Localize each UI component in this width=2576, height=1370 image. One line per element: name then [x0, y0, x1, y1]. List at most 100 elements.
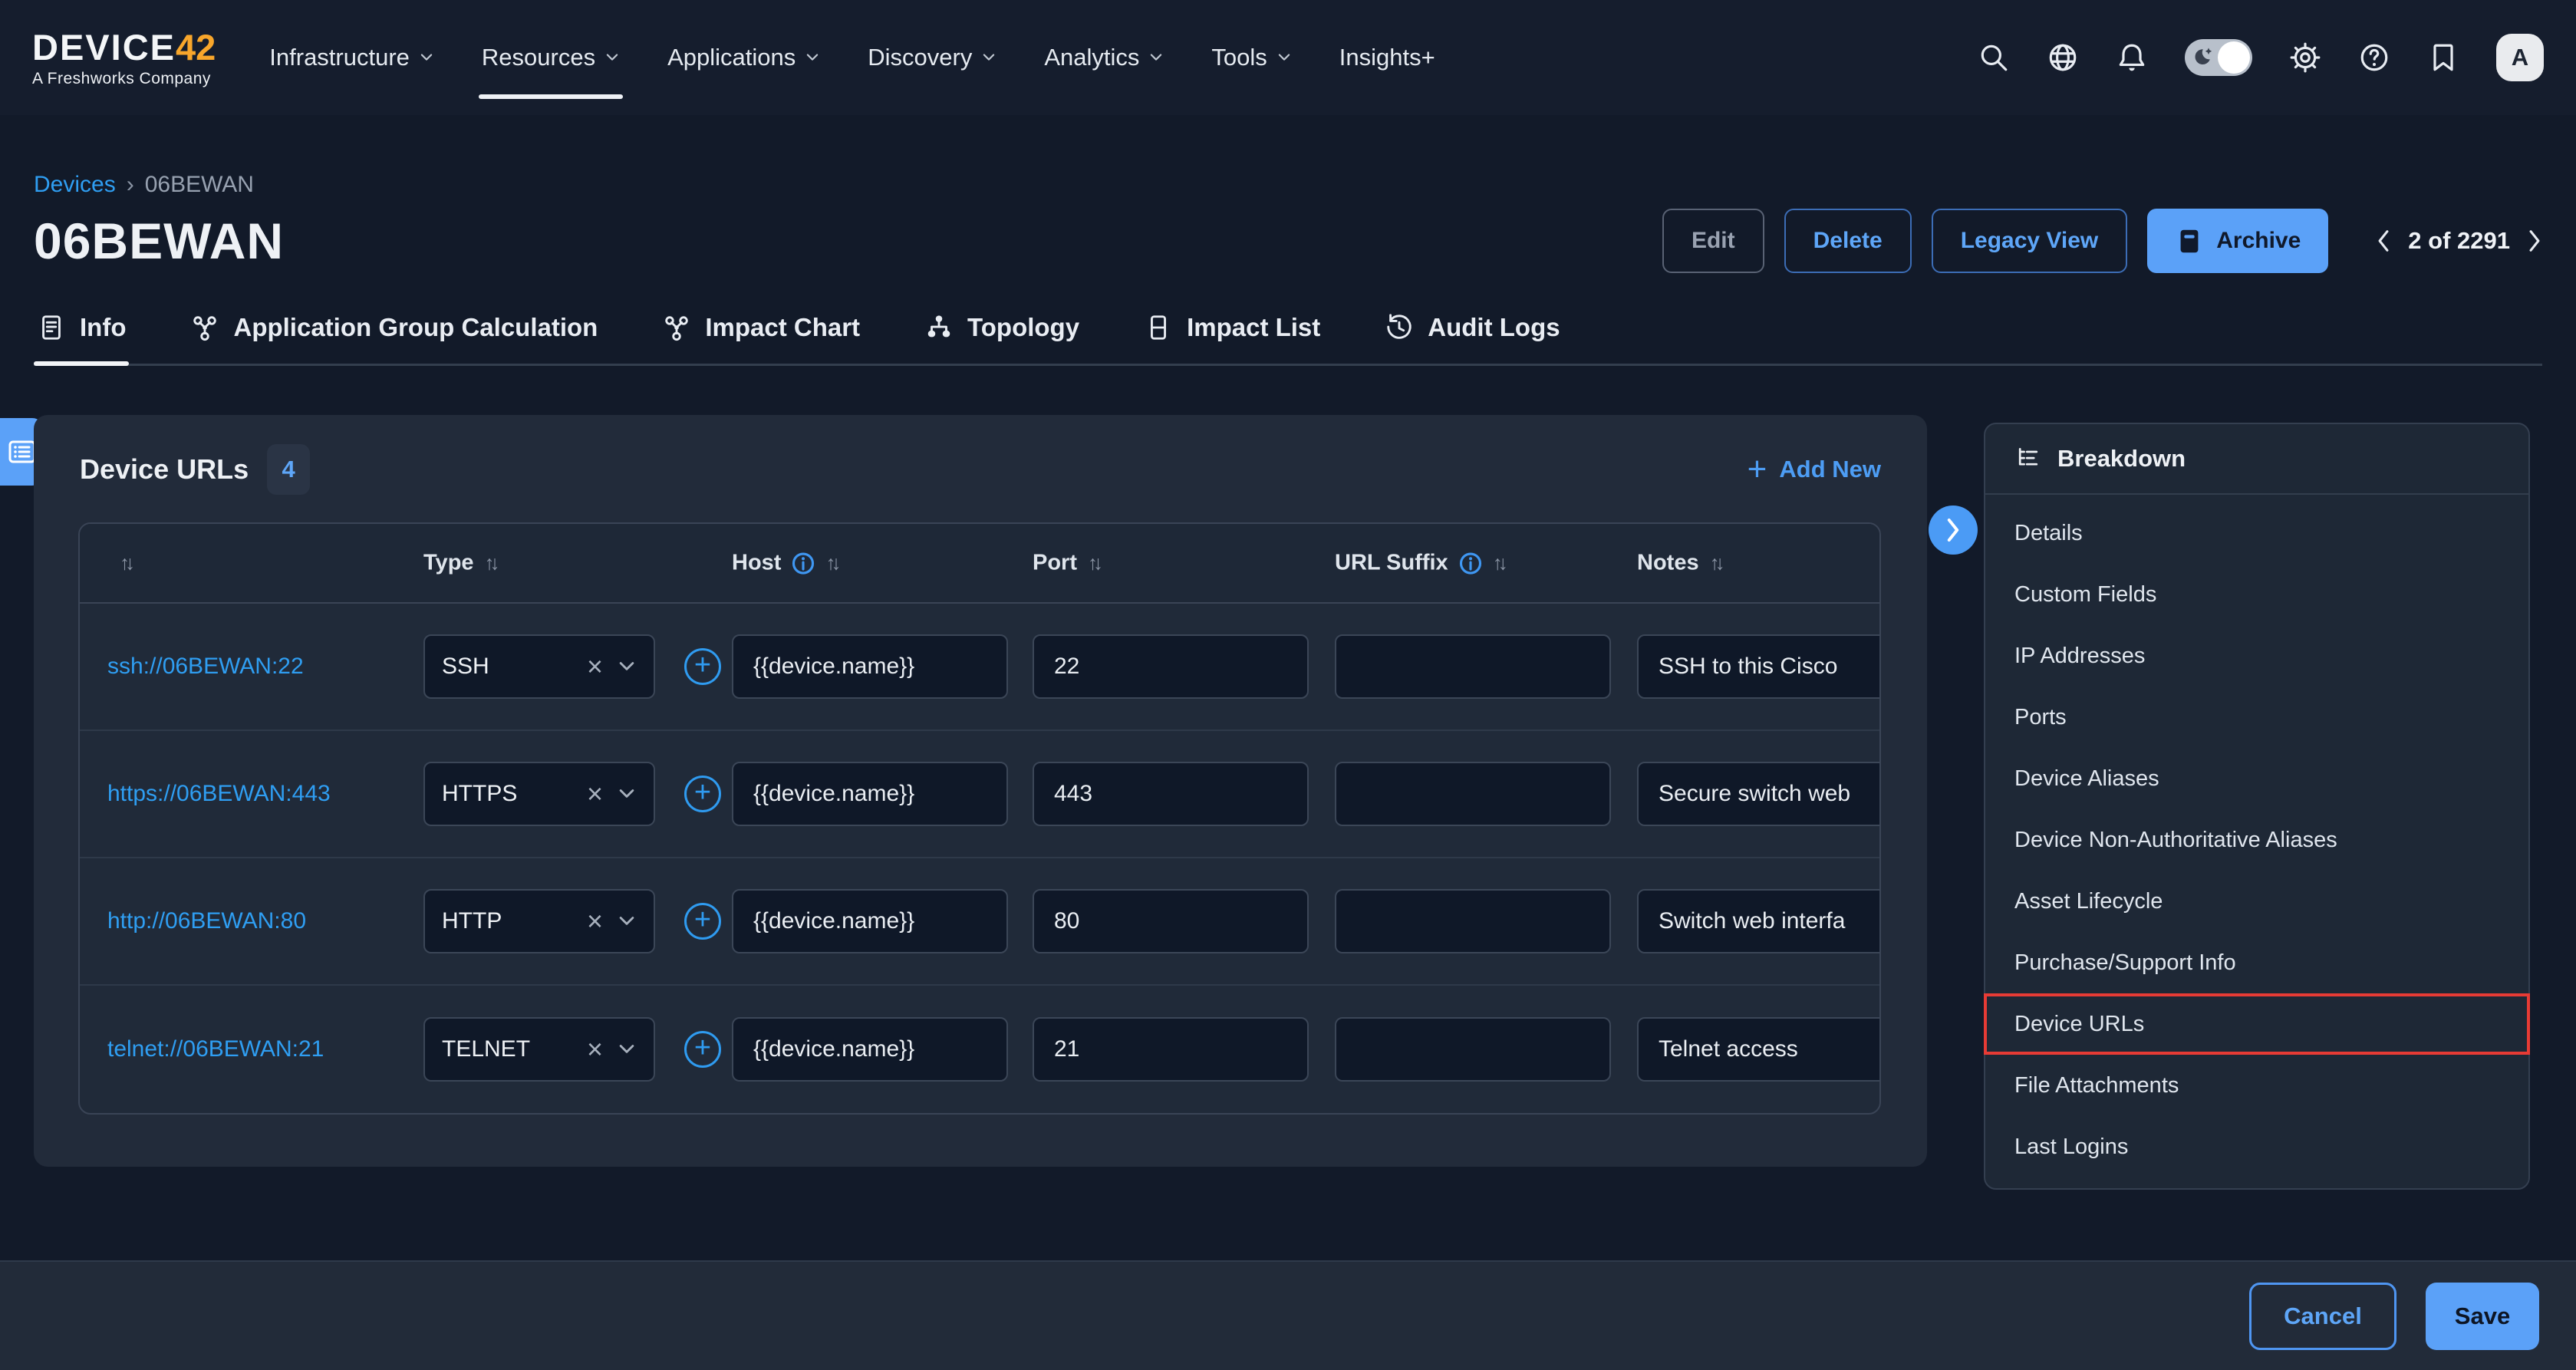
column-label: URL Suffix	[1335, 551, 1448, 576]
add-type-button[interactable]: +	[684, 776, 721, 812]
theme-toggle[interactable]	[2185, 39, 2252, 76]
tab-impact-list[interactable]: Impact List	[1141, 313, 1323, 364]
chevron-down-icon[interactable]	[617, 660, 637, 673]
port-input[interactable]	[1033, 634, 1309, 699]
add-type-button[interactable]: +	[684, 648, 721, 685]
sort-icon[interactable]: ↑↓	[1493, 552, 1504, 575]
type-select[interactable]: HTTPS ×	[423, 762, 655, 826]
sidebar-item-file-attachments[interactable]: File Attachments	[1985, 1055, 2528, 1116]
device-url-link[interactable]: http://06BEWAN:80	[107, 908, 306, 934]
column-header-host: Host↑↓	[732, 551, 836, 576]
url-suffix-input[interactable]	[1335, 889, 1611, 953]
menu-item-insights[interactable]: Insights+	[1339, 33, 1435, 82]
breadcrumb-devices-link[interactable]: Devices	[34, 172, 116, 198]
device-url-link[interactable]: ssh://06BEWAN:22	[107, 654, 304, 680]
chevron-left-icon[interactable]	[2376, 229, 2391, 253]
settings-gear-icon[interactable]	[2289, 41, 2321, 74]
sort-icon[interactable]: ↑↓	[485, 552, 496, 575]
url-suffix-input[interactable]	[1335, 634, 1611, 699]
port-input[interactable]	[1033, 889, 1309, 953]
record-pager: 2 of 2291	[2376, 227, 2542, 255]
archive-button[interactable]: Archive	[2147, 209, 2328, 273]
info-icon[interactable]	[792, 552, 815, 575]
bookmark-icon[interactable]	[2427, 41, 2459, 74]
globe-icon[interactable]	[2047, 41, 2079, 74]
chevron-down-icon[interactable]	[617, 787, 637, 801]
sidebar-item-asset-lifecycle[interactable]: Asset Lifecycle	[1985, 871, 2528, 932]
menu-item-resources[interactable]: Resources	[482, 33, 620, 82]
notes-input[interactable]	[1637, 889, 1881, 953]
breakdown-header: Breakdown	[1985, 424, 2528, 495]
sidebar-item-device-urls[interactable]: Device URLs	[1984, 993, 2530, 1055]
tab-application-group-calculation[interactable]: Application Group Calculation	[187, 313, 601, 364]
chevron-down-icon	[1148, 52, 1164, 63]
sidebar-item-ip-addresses[interactable]: IP Addresses	[1985, 625, 2528, 687]
port-input[interactable]	[1033, 1017, 1309, 1082]
sidebar-item-device-aliases[interactable]: Device Aliases	[1985, 748, 2528, 809]
pager-text: 2 of 2291	[2408, 227, 2510, 255]
sort-icon[interactable]: ↑↓	[120, 552, 130, 575]
sidebar-item-ports[interactable]: Ports	[1985, 687, 2528, 748]
host-input[interactable]	[732, 1017, 1008, 1082]
chevron-down-icon[interactable]	[617, 1042, 637, 1056]
cancel-button[interactable]: Cancel	[2249, 1283, 2396, 1350]
sidebar-item-custom-fields[interactable]: Custom Fields	[1985, 564, 2528, 625]
save-button[interactable]: Save	[2426, 1283, 2539, 1350]
port-input[interactable]	[1033, 762, 1309, 826]
tab-impact-chart[interactable]: Impact Chart	[659, 313, 863, 364]
menu-item-applications[interactable]: Applications	[667, 33, 820, 82]
host-input[interactable]	[732, 762, 1008, 826]
menu-item-analytics[interactable]: Analytics	[1044, 33, 1164, 82]
menu-item-tools[interactable]: Tools	[1211, 33, 1291, 82]
delete-button[interactable]: Delete	[1784, 209, 1912, 273]
url-suffix-input[interactable]	[1335, 1017, 1611, 1082]
add-new-button[interactable]: + Add New	[1748, 453, 1881, 486]
breadcrumb-separator: ›	[127, 172, 134, 198]
info-icon[interactable]	[1459, 552, 1482, 575]
menu-item-infrastructure[interactable]: Infrastructure	[269, 33, 434, 82]
edit-button[interactable]: Edit	[1662, 209, 1764, 273]
type-select-value: TELNET	[442, 1036, 530, 1062]
sidebar-item-details[interactable]: Details	[1985, 502, 2528, 564]
sidebar-item-purchase-support-info[interactable]: Purchase/Support Info	[1985, 932, 2528, 993]
sidebar-collapse-button[interactable]	[1929, 506, 1978, 555]
host-input[interactable]	[732, 889, 1008, 953]
tree-list-icon	[2014, 445, 2042, 473]
sort-icon[interactable]: ↑↓	[1088, 552, 1099, 575]
help-icon[interactable]	[2358, 41, 2390, 74]
chevron-down-icon	[981, 52, 996, 63]
sidebar-item-device-non-authoritative-aliases[interactable]: Device Non-Authoritative Aliases	[1985, 809, 2528, 871]
user-avatar[interactable]: A	[2496, 34, 2544, 81]
url-suffix-input[interactable]	[1335, 762, 1611, 826]
type-select[interactable]: TELNET ×	[423, 1017, 655, 1082]
sidebar-item-last-logins[interactable]: Last Logins	[1985, 1116, 2528, 1177]
clear-icon[interactable]: ×	[587, 653, 603, 680]
chevron-right-icon[interactable]	[2527, 229, 2542, 253]
search-icon[interactable]	[1978, 41, 2010, 74]
sort-icon[interactable]: ↑↓	[825, 552, 836, 575]
host-input[interactable]	[732, 634, 1008, 699]
tab-topology[interactable]: Topology	[921, 313, 1082, 364]
add-type-button[interactable]: +	[684, 903, 721, 940]
device42-logo[interactable]: DEVICE 42 A Freshworks Company	[32, 29, 216, 87]
clear-icon[interactable]: ×	[587, 1036, 603, 1063]
legacy-view-button[interactable]: Legacy View	[1932, 209, 2128, 273]
tab-audit-logs[interactable]: Audit Logs	[1382, 313, 1563, 364]
type-select[interactable]: HTTP ×	[423, 889, 655, 953]
notes-input[interactable]	[1637, 634, 1881, 699]
main-menu: Infrastructure Resources Applications Di…	[269, 33, 1435, 82]
sort-icon[interactable]: ↑↓	[1710, 552, 1721, 575]
notes-input[interactable]	[1637, 762, 1881, 826]
clear-icon[interactable]: ×	[587, 780, 603, 808]
menu-item-discovery[interactable]: Discovery	[868, 33, 996, 82]
type-select[interactable]: SSH ×	[423, 634, 655, 699]
tab-info[interactable]: Info	[34, 313, 129, 364]
clear-icon[interactable]: ×	[587, 907, 603, 935]
device-url-link[interactable]: https://06BEWAN:443	[107, 781, 331, 807]
add-type-button[interactable]: +	[684, 1031, 721, 1068]
notes-input[interactable]	[1637, 1017, 1881, 1082]
device-url-link[interactable]: telnet://06BEWAN:21	[107, 1036, 324, 1062]
notifications-bell-icon[interactable]	[2116, 41, 2148, 74]
chevron-down-icon[interactable]	[617, 914, 637, 928]
list-box-icon	[1144, 313, 1173, 342]
